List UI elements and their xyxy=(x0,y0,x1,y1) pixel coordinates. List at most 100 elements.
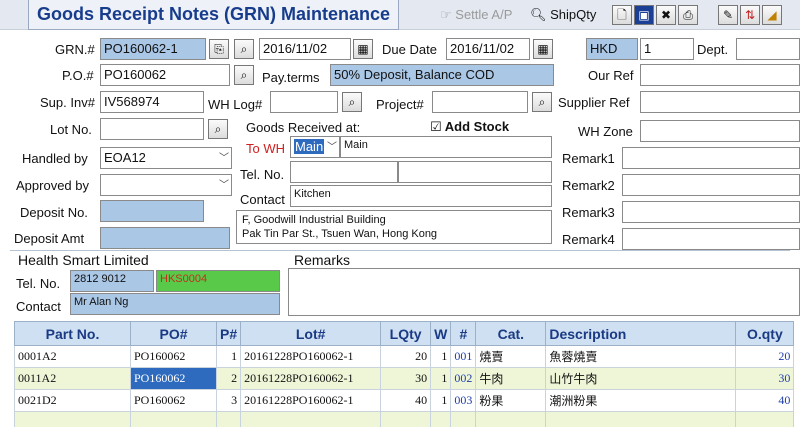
cell-oqty[interactable]: 20 xyxy=(735,345,795,368)
contact-field[interactable]: Kitchen xyxy=(290,185,552,207)
remark1-field[interactable] xyxy=(622,147,800,169)
tel-no-field[interactable] xyxy=(290,161,398,183)
exchange-rate-field[interactable]: 1 xyxy=(640,38,694,60)
cell-oqty[interactable]: 40 xyxy=(735,389,795,412)
cell-p[interactable]: 3 xyxy=(215,389,242,412)
grn-number-field[interactable]: PO160062-1 xyxy=(100,38,206,60)
cell-cat[interactable]: 牛肉 xyxy=(475,367,547,390)
table-row[interactable]: 0021D2 PO160062 3 20161228PO160062-1 40 … xyxy=(14,389,795,412)
shipqty-button[interactable]: 🔍︎ ShipQty xyxy=(530,4,596,26)
cell-lot[interactable]: 20161228PO160062-1 xyxy=(240,389,382,412)
chart-icon[interactable]: ◢ xyxy=(762,5,782,25)
cell-lqty[interactable]: 30 xyxy=(380,367,432,390)
cell-number[interactable]: 003 xyxy=(450,389,477,412)
currency-field[interactable]: HKD xyxy=(586,38,638,60)
cell-p[interactable]: 2 xyxy=(215,367,242,390)
supplier-contact-field[interactable]: Mr Alan Ng xyxy=(70,293,280,315)
save-icon[interactable]: ▣ xyxy=(634,5,654,25)
supplier-ref-field[interactable] xyxy=(640,91,800,113)
cell-number[interactable]: 001 xyxy=(450,345,477,368)
remark3-field[interactable] xyxy=(622,201,800,223)
column-header-cat[interactable]: Cat. xyxy=(475,321,547,346)
cell-part-no[interactable]: 0001A2 xyxy=(14,345,131,368)
transfer-icon[interactable]: ⇅ xyxy=(740,5,760,25)
cell-lqty[interactable]: 40 xyxy=(380,389,432,412)
cell-description[interactable]: 山竹牛肉 xyxy=(545,367,737,390)
edit-icon[interactable]: ✎ xyxy=(718,5,738,25)
cell-lqty[interactable]: 20 xyxy=(380,345,432,368)
column-header-lqty[interactable]: LQty xyxy=(380,321,432,346)
po-lookup-icon[interactable]: ⌕ xyxy=(234,65,254,85)
handled-by-select[interactable]: EOA12 ﹀ xyxy=(100,147,232,169)
calendar-icon[interactable]: ▦ xyxy=(353,39,373,59)
deposit-amt-field[interactable] xyxy=(100,227,230,249)
cell-po[interactable]: PO160062 xyxy=(130,367,217,390)
lot-no-field[interactable] xyxy=(100,118,204,140)
to-wh-name-field[interactable]: Main xyxy=(340,136,552,158)
cell-po[interactable]: PO160062 xyxy=(130,389,217,412)
project-field[interactable] xyxy=(432,91,528,113)
remark2-field[interactable] xyxy=(622,174,800,196)
our-ref-field[interactable] xyxy=(640,64,800,86)
cell-w[interactable]: 1 xyxy=(430,367,452,390)
date-field[interactable]: 2016/11/02 xyxy=(259,38,351,60)
column-header-lot[interactable]: Lot# xyxy=(240,321,382,346)
cell-cat[interactable]: 粉果 xyxy=(475,389,547,412)
deposit-no-field[interactable] xyxy=(100,200,204,222)
supplier-invoice-field[interactable]: IV568974 xyxy=(100,91,204,113)
add-stock-checkbox[interactable]: ☑ Add Stock xyxy=(430,119,509,135)
cell-oqty[interactable]: 30 xyxy=(735,367,795,390)
cell-po[interactable]: PO160062 xyxy=(130,345,217,368)
column-header-w[interactable]: W xyxy=(430,321,452,346)
cell-description[interactable]: 魚蓉燒賣 xyxy=(545,345,737,368)
cell-part-no[interactable]: 0011A2 xyxy=(14,367,131,390)
dept-field[interactable] xyxy=(736,38,800,60)
cell-cat[interactable]: 燒賣 xyxy=(475,345,547,368)
approved-by-select[interactable]: ﹀ xyxy=(100,174,232,196)
remarks-textarea[interactable] xyxy=(288,268,800,316)
due-date-field[interactable]: 2016/11/02 xyxy=(446,38,530,60)
cell-w[interactable]: 1 xyxy=(430,345,452,368)
print-icon[interactable]: ⎙ xyxy=(678,5,698,25)
magnifier-icon: 🔍︎ xyxy=(530,7,547,22)
project-lookup-icon[interactable]: ⌕ xyxy=(532,92,552,112)
settle-ap-button[interactable]: ☞ Settle A/P xyxy=(440,4,512,26)
payterms-field[interactable]: 50% Deposit, Balance COD xyxy=(330,64,554,86)
delete-icon[interactable]: ✖ xyxy=(656,5,676,25)
column-header-p[interactable]: P# xyxy=(215,321,242,346)
delivery-address-box[interactable]: F, Goodwill Industrial Building Pak Tin … xyxy=(236,210,552,244)
wh-log-field[interactable] xyxy=(270,91,338,113)
table-row-empty[interactable] xyxy=(14,411,795,427)
cell-w[interactable]: 1 xyxy=(430,389,452,412)
remark4-field[interactable] xyxy=(622,228,800,250)
line-items-table: Part No. PO# P# Lot# LQty W # Cat. Descr… xyxy=(14,321,795,427)
lookup-icon[interactable]: ⌕ xyxy=(234,39,254,59)
column-header-po[interactable]: PO# xyxy=(130,321,217,346)
address-line-2: Pak Tin Par St., Tsuen Wan, Hong Kong xyxy=(242,228,438,240)
wh-zone-field[interactable] xyxy=(640,120,800,142)
copy-document-icon[interactable]: ⎘ xyxy=(209,39,229,59)
cell-part-no[interactable]: 0021D2 xyxy=(14,389,131,412)
new-document-icon[interactable]: 🗋 xyxy=(612,5,632,25)
table-row[interactable]: 0011A2 PO160062 2 20161228PO160062-1 30 … xyxy=(14,367,795,390)
cell-lot[interactable]: 20161228PO160062-1 xyxy=(240,367,382,390)
wh-log-lookup-icon[interactable]: ⌕ xyxy=(342,92,362,112)
lot-lookup-icon[interactable]: ⌕ xyxy=(208,119,228,139)
column-header-oqty[interactable]: O.qty xyxy=(735,321,795,346)
cell-number[interactable]: 002 xyxy=(450,367,477,390)
cell-p[interactable]: 1 xyxy=(215,345,242,368)
table-row[interactable]: 0001A2 PO160062 1 20161228PO160062-1 20 … xyxy=(14,345,795,368)
column-header-number[interactable]: # xyxy=(450,321,477,346)
tel-no-ext-field[interactable] xyxy=(398,161,552,183)
po-label: P.O.# xyxy=(62,68,94,83)
supplier-code-field[interactable]: HKS0004 xyxy=(156,270,280,292)
cell-lot[interactable]: 20161228PO160062-1 xyxy=(240,345,382,368)
cell-description[interactable]: 潮洲粉果 xyxy=(545,389,737,412)
supplier-tel-field[interactable]: 2812 9012 xyxy=(70,270,154,292)
column-header-description[interactable]: Description xyxy=(545,321,737,346)
lot-no-label: Lot No. xyxy=(50,122,92,137)
column-header-part-no[interactable]: Part No. xyxy=(14,321,131,346)
po-number-field[interactable]: PO160062 xyxy=(100,64,230,86)
due-calendar-icon[interactable]: ▦ xyxy=(533,39,553,59)
to-wh-select[interactable]: Main ﹀ xyxy=(290,136,340,158)
